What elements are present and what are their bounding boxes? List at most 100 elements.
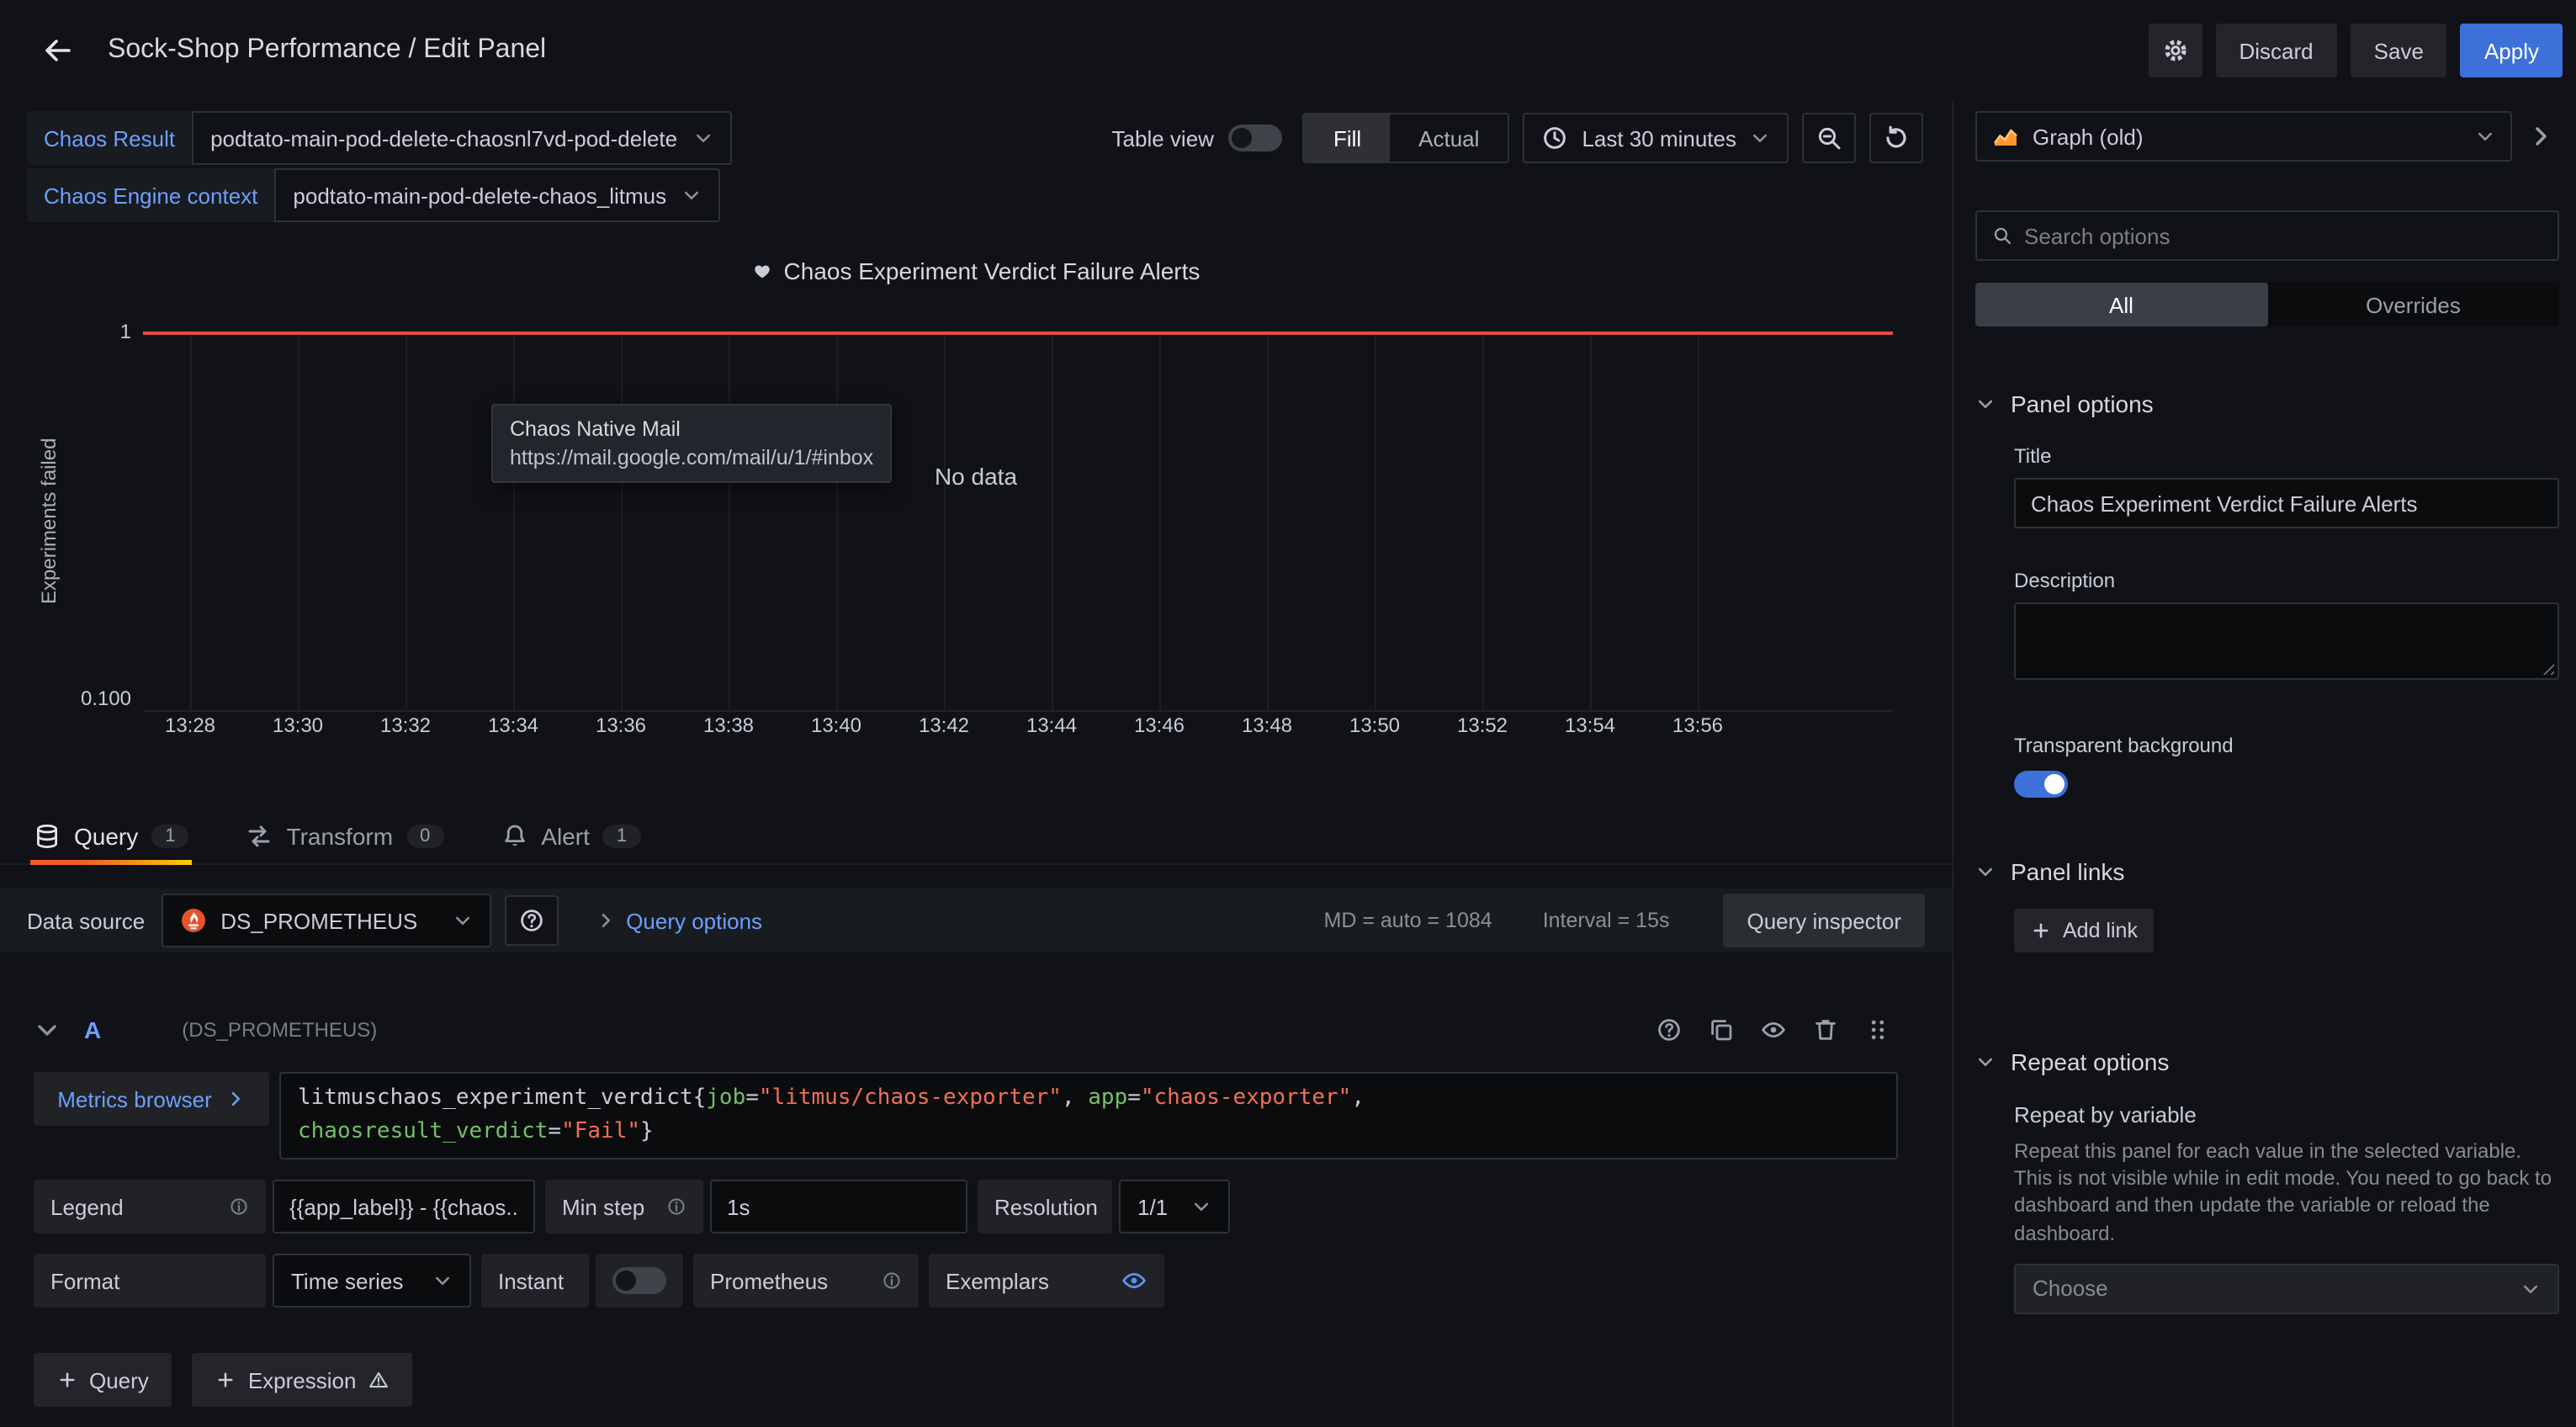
- tab-label: Transform: [287, 822, 394, 849]
- page-title: Sock-Shop Performance / Edit Panel: [108, 35, 546, 66]
- query-expression-row: Metrics browser litmuschaos_experiment_v…: [34, 1072, 1898, 1159]
- variable-chaos-result: Chaos Result podtato-main-pod-delete-cha…: [27, 111, 731, 165]
- tab-query[interactable]: Query 1: [30, 808, 193, 863]
- query-row-header: A (DS_PROMETHEUS): [34, 1006, 1891, 1053]
- section-repeat-options[interactable]: Repeat options: [1975, 1048, 2559, 1075]
- panel-header[interactable]: Chaos Experiment Verdict Failure Alerts: [0, 252, 1952, 289]
- save-button[interactable]: Save: [2351, 24, 2447, 77]
- no-data-text: No data: [935, 463, 1017, 490]
- legend-input[interactable]: [273, 1180, 535, 1233]
- gridline: [405, 332, 407, 710]
- refresh-button[interactable]: [1869, 113, 1923, 163]
- add-link-label: Add link: [2063, 919, 2138, 942]
- variable-label: Chaos Result: [27, 111, 192, 165]
- gridline: [1698, 332, 1699, 710]
- metrics-browser-button[interactable]: Metrics browser: [34, 1072, 269, 1126]
- drag-handle-grip-icon[interactable]: [1864, 1016, 1891, 1043]
- delete-query-trash-icon[interactable]: [1812, 1016, 1839, 1043]
- collapse-options-pane-icon[interactable]: [2522, 111, 2559, 162]
- transparent-background-toggle[interactable]: [2014, 771, 2068, 798]
- visualization-picker[interactable]: Graph (old): [1975, 111, 2512, 162]
- promql-expression[interactable]: litmuschaos_experiment_verdict{job="litm…: [279, 1072, 1898, 1159]
- time-range-picker[interactable]: Last 30 minutes: [1523, 113, 1789, 163]
- gridline: [1052, 332, 1053, 710]
- options-tab-all[interactable]: All: [1975, 283, 2267, 326]
- graph-panel: Experiments failed 1 0.100 Chaos Native …: [0, 296, 1952, 747]
- field-label-text: Legend: [50, 1194, 124, 1219]
- add-link-button[interactable]: Add link: [2014, 909, 2155, 952]
- variable-value-dropdown[interactable]: podtato-main-pod-delete-chaos_litmus: [274, 168, 720, 222]
- field-label-text: Min step: [562, 1194, 644, 1219]
- database-icon: [34, 822, 61, 849]
- tab-alert[interactable]: Alert 1: [497, 808, 644, 863]
- info-circle-icon: [229, 1196, 249, 1217]
- refresh-icon: [1883, 125, 1910, 151]
- tab-transform[interactable]: Transform 0: [243, 808, 448, 863]
- data-link-tooltip[interactable]: Chaos Native Mail https://mail.google.co…: [491, 404, 892, 483]
- options-tab-overrides[interactable]: Overrides: [2267, 283, 2559, 326]
- gridline: [729, 332, 730, 710]
- panel-description-input[interactable]: [2014, 602, 2559, 680]
- format-field-label: Format: [34, 1254, 266, 1308]
- gridline: [1375, 332, 1376, 710]
- options-filter-tabs: All Overrides: [1975, 283, 2559, 326]
- collapse-query-icon[interactable]: [34, 1016, 61, 1043]
- datasource-help-button[interactable]: [505, 895, 559, 946]
- zoom-out-icon: [1815, 125, 1842, 151]
- x-tick-label: 13:42: [919, 714, 969, 737]
- query-options-toggle[interactable]: Query options: [596, 908, 762, 933]
- angle-right-icon: [596, 910, 616, 931]
- section-panel-options[interactable]: Panel options: [1975, 390, 2559, 417]
- table-view-toggle[interactable]: [1229, 125, 1283, 151]
- chevron-down-icon: [1975, 862, 1996, 882]
- datasource-picker[interactable]: DS_PROMETHEUS: [162, 894, 491, 947]
- hide-query-eye-icon[interactable]: [1760, 1016, 1787, 1043]
- add-query-button[interactable]: Query: [34, 1353, 172, 1407]
- instant-toggle[interactable]: [612, 1267, 666, 1294]
- tab-count-badge: 1: [603, 824, 640, 847]
- add-expression-button[interactable]: Expression: [193, 1353, 412, 1407]
- discard-button[interactable]: Discard: [2216, 24, 2337, 77]
- format-select[interactable]: Time series: [273, 1254, 471, 1308]
- gridlines: [143, 332, 1893, 710]
- info-circle-icon: [666, 1196, 686, 1217]
- x-tick-label: 13:30: [273, 714, 323, 737]
- plot-area[interactable]: Chaos Native Mail https://mail.google.co…: [143, 332, 1893, 712]
- query-inspector-button[interactable]: Query inspector: [1723, 894, 1925, 947]
- resolution-select[interactable]: 1/1: [1119, 1180, 1230, 1233]
- help-circle-icon[interactable]: [1656, 1016, 1683, 1043]
- interval-text: Interval = 15s: [1543, 909, 1670, 932]
- zoom-out-button[interactable]: [1802, 113, 1856, 163]
- promql-token: =: [1127, 1085, 1141, 1111]
- time-range-label: Last 30 minutes: [1582, 125, 1736, 151]
- apply-button[interactable]: Apply: [2461, 24, 2563, 77]
- plus-icon: [216, 1370, 236, 1390]
- exemplars-field: Exemplars: [929, 1254, 1164, 1308]
- chevron-down-icon: [432, 1271, 453, 1291]
- x-tick-label: 13:40: [811, 714, 861, 737]
- exemplars-eye-icon[interactable]: [1121, 1267, 1148, 1294]
- back-arrow-icon[interactable]: [40, 34, 74, 67]
- angle-right-icon: [225, 1089, 246, 1109]
- prometheus-field-label: Prometheus: [693, 1254, 919, 1308]
- min-step-input[interactable]: [710, 1180, 967, 1233]
- chevron-down-icon: [453, 910, 473, 931]
- section-panel-links[interactable]: Panel links: [1975, 858, 2559, 885]
- panel-settings-button[interactable]: [2149, 24, 2202, 77]
- series-line: [143, 332, 1893, 335]
- tooltip-title: Chaos Native Mail: [510, 417, 873, 441]
- duplicate-query-icon[interactable]: [1708, 1016, 1735, 1043]
- actual-option[interactable]: Actual: [1390, 114, 1508, 162]
- variable-value-dropdown[interactable]: podtato-main-pod-delete-chaosnl7vd-pod-d…: [192, 111, 731, 165]
- panel-title: Chaos Experiment Verdict Failure Alerts: [784, 257, 1201, 284]
- bell-icon: [501, 822, 527, 849]
- repeat-variable-select[interactable]: Choose: [2014, 1264, 2559, 1314]
- panel-title-input[interactable]: [2014, 478, 2559, 528]
- tooltip-url[interactable]: https://mail.google.com/mail/u/1/#inbox: [510, 446, 873, 469]
- alert-heart-icon: [752, 261, 772, 281]
- options-search-input[interactable]: [2024, 223, 2542, 248]
- top-bar: Sock-Shop Performance / Edit Panel Disca…: [0, 0, 2576, 101]
- chevron-down-icon: [2520, 1279, 2541, 1299]
- edit-main-pane: Chaos Result podtato-main-pod-delete-cha…: [0, 101, 1952, 1427]
- fill-option[interactable]: Fill: [1305, 114, 1390, 162]
